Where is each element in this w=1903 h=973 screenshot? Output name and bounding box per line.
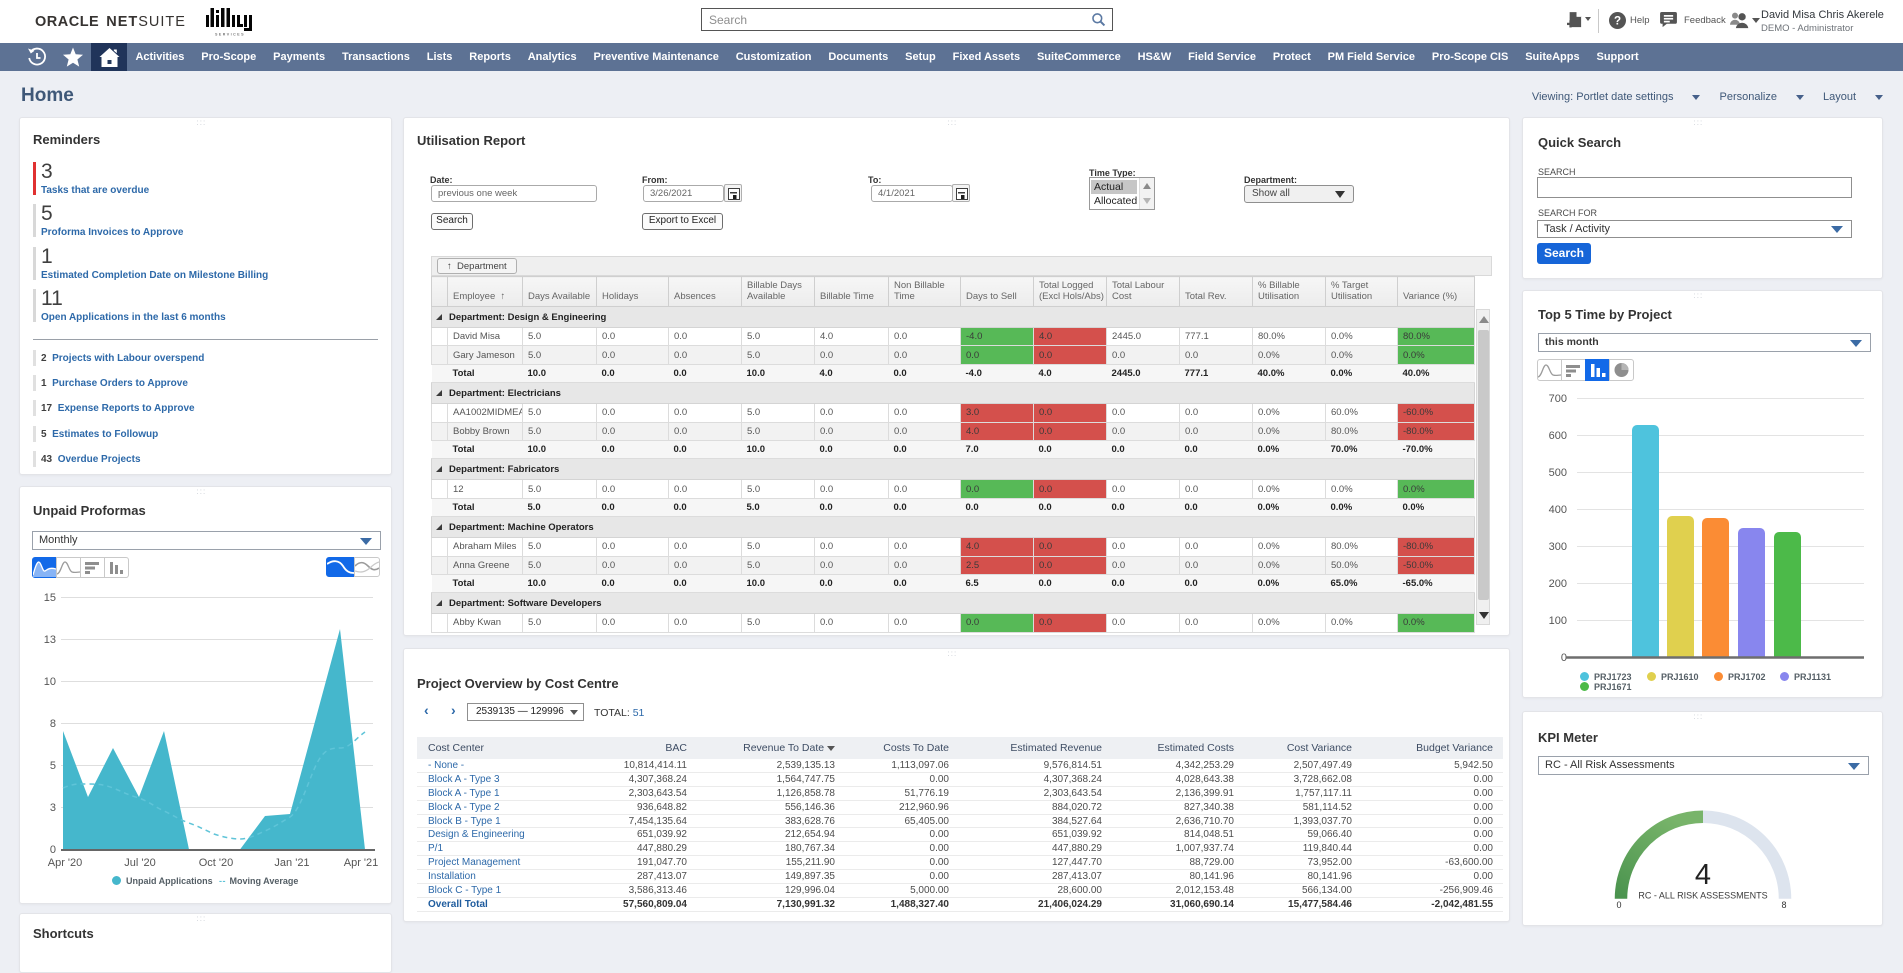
svg-text:13: 13 (44, 634, 56, 646)
svg-text:5: 5 (50, 760, 56, 772)
svg-text:?: ? (1614, 15, 1621, 28)
svg-text:400: 400 (1549, 504, 1567, 516)
svg-text:700: 700 (1549, 393, 1567, 405)
svg-text:3: 3 (50, 802, 56, 814)
svg-text:Apr '20: Apr '20 (48, 857, 83, 869)
svg-text:300: 300 (1549, 541, 1567, 553)
svg-text:8: 8 (1781, 900, 1786, 910)
svg-text:Apr '21: Apr '21 (344, 857, 379, 869)
svg-text:Jul '20: Jul '20 (124, 857, 155, 869)
svg-text:8: 8 (50, 718, 56, 730)
svg-text:10: 10 (44, 676, 56, 688)
svg-text:200: 200 (1549, 578, 1567, 590)
svg-text:0: 0 (50, 844, 56, 856)
svg-text:100: 100 (1549, 615, 1567, 627)
svg-text:15: 15 (44, 592, 56, 604)
svg-text:4: 4 (1695, 859, 1711, 891)
svg-text:RC - ALL RISK ASSESSMENTS: RC - ALL RISK ASSESSMENTS (1638, 891, 1767, 901)
svg-text:Oct '20: Oct '20 (199, 857, 234, 869)
svg-text:500: 500 (1549, 467, 1567, 479)
svg-text:0: 0 (1616, 900, 1621, 910)
svg-text:600: 600 (1549, 430, 1567, 442)
svg-text:Jan '21: Jan '21 (274, 857, 309, 869)
